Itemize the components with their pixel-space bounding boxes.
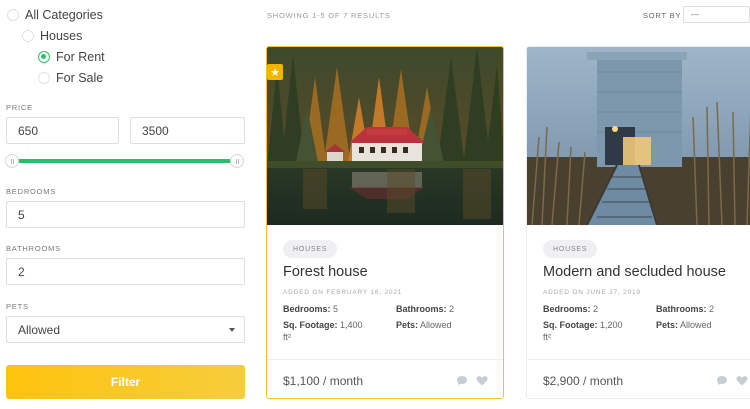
comment-icon[interactable] xyxy=(455,373,469,387)
price-min-input[interactable]: 650 xyxy=(6,117,119,144)
bathrooms-meta: Bathrooms: 2 xyxy=(656,303,714,315)
sqft-meta-label: Sq. Footage: xyxy=(543,320,598,330)
category-all[interactable]: All Categories xyxy=(7,8,103,22)
sqft-meta: Sq. Footage: 1,400 ft² xyxy=(283,319,383,343)
comment-icon[interactable] xyxy=(715,373,729,387)
category-for-rent-label: For Rent xyxy=(56,50,105,64)
radio-houses[interactable] xyxy=(22,30,34,42)
sqft-unit: ft² xyxy=(283,332,291,342)
pets-select[interactable]: Allowed xyxy=(6,316,245,343)
bedrooms-meta: Bedrooms: 5 xyxy=(283,303,338,315)
sqft-meta: Sq. Footage: 1,200 ft² xyxy=(543,319,643,343)
category-for-sale[interactable]: For Sale xyxy=(38,71,103,85)
bedrooms-label: BEDROOMS xyxy=(6,187,57,196)
radio-for-sale[interactable] xyxy=(38,72,50,84)
category-tag[interactable]: HOUSES xyxy=(543,240,598,258)
listing-date: ADDED ON JUNE 17, 2019 xyxy=(543,289,641,296)
featured-star-icon: ★ xyxy=(267,64,283,80)
pets-meta-label: Pets: xyxy=(656,320,679,330)
listing-card[interactable]: HOUSES Modern and secluded house ADDED O… xyxy=(526,46,750,399)
heart-icon[interactable] xyxy=(735,373,749,387)
bathrooms-meta: Bathrooms: 2 xyxy=(396,303,454,315)
results-count: SHOWING 1-5 OF 7 RESULTS xyxy=(267,11,391,20)
radio-for-rent[interactable] xyxy=(38,51,50,63)
listing-price: $2,900 / month xyxy=(543,374,624,388)
price-label: PRICE xyxy=(6,103,33,112)
sort-select[interactable]: — xyxy=(683,6,750,23)
price-range-track[interactable] xyxy=(12,159,237,163)
bathrooms-meta-value: 2 xyxy=(449,304,455,314)
pets-meta-value: Allowed xyxy=(680,320,712,330)
bedrooms-meta: Bedrooms: 2 xyxy=(543,303,598,315)
listing-card[interactable]: ★ HOUSES Forest house ADDED ON FEBRUARY … xyxy=(266,46,504,399)
filter-button[interactable]: Filter xyxy=(6,365,245,399)
price-max-input[interactable]: 3500 xyxy=(130,117,245,144)
bedrooms-input[interactable]: 5 xyxy=(6,201,245,228)
bathrooms-label: BATHROOMS xyxy=(6,244,61,253)
category-all-label: All Categories xyxy=(25,8,103,22)
caret-down-icon xyxy=(229,327,235,332)
filter-sidebar: All Categories Houses For Rent For Sale … xyxy=(0,0,250,409)
bedrooms-meta-label: Bedrooms: xyxy=(543,304,591,314)
sqft-meta-label: Sq. Footage: xyxy=(283,320,338,330)
category-houses-label: Houses xyxy=(40,29,83,43)
bathrooms-input[interactable]: 2 xyxy=(6,258,245,285)
category-for-sale-label: For Sale xyxy=(56,71,104,85)
sqft-meta-value: 1,400 xyxy=(340,320,363,330)
listing-price: $1,100 / month xyxy=(283,374,364,388)
radio-all-categories[interactable] xyxy=(7,9,19,21)
card-divider xyxy=(267,359,503,360)
card-divider xyxy=(527,359,750,360)
sort-by-label: SORT BY xyxy=(643,11,682,20)
pets-label: PETS xyxy=(6,302,29,311)
category-tag[interactable]: HOUSES xyxy=(283,240,338,258)
category-houses[interactable]: Houses xyxy=(22,29,82,43)
bathrooms-meta-label: Bathrooms: xyxy=(656,304,707,314)
heart-icon[interactable] xyxy=(475,373,489,387)
bathrooms-meta-value: 2 xyxy=(709,304,715,314)
listing-title[interactable]: Modern and secluded house xyxy=(543,264,726,280)
sqft-unit: ft² xyxy=(543,332,551,342)
listing-image-forest-house[interactable]: ★ xyxy=(267,47,503,225)
pets-select-value: Allowed xyxy=(18,322,61,337)
bedrooms-meta-value: 5 xyxy=(333,304,339,314)
listings-page: All Categories Houses For Rent For Sale … xyxy=(0,0,750,409)
pets-meta: Pets: Allowed xyxy=(396,319,452,331)
pets-meta: Pets: Allowed xyxy=(656,319,712,331)
price-min-handle[interactable] xyxy=(5,154,19,168)
bedrooms-meta-value: 2 xyxy=(593,304,599,314)
bathrooms-meta-label: Bathrooms: xyxy=(396,304,447,314)
listing-date: ADDED ON FEBRUARY 16, 2021 xyxy=(283,289,403,296)
category-for-rent[interactable]: For Rent xyxy=(38,50,105,64)
listing-title[interactable]: Forest house xyxy=(283,264,368,280)
price-max-handle[interactable] xyxy=(230,154,244,168)
sqft-meta-value: 1,200 xyxy=(600,320,623,330)
pets-meta-value: Allowed xyxy=(420,320,452,330)
pets-meta-label: Pets: xyxy=(396,320,419,330)
listing-image-modern-house[interactable] xyxy=(527,47,750,225)
bedrooms-meta-label: Bedrooms: xyxy=(283,304,331,314)
